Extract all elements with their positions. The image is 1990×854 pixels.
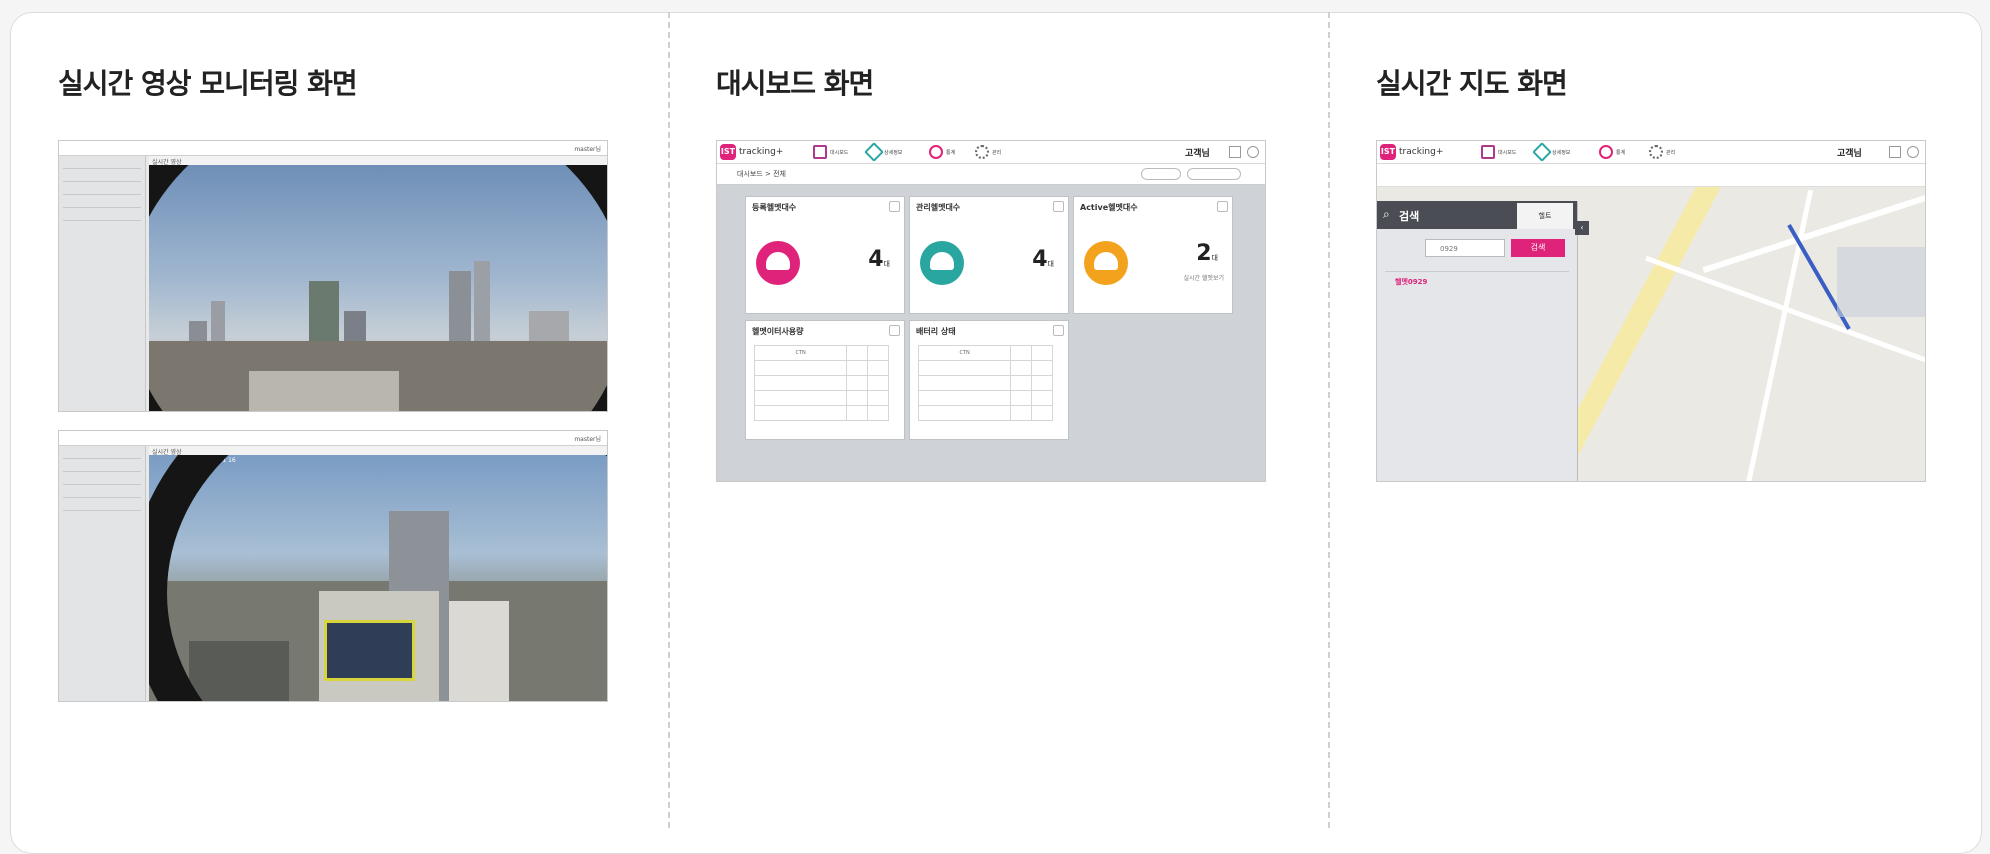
gear-icon[interactable] [975,145,989,159]
monitor-screenshot-1: master님 실시간 영상 [58,140,608,412]
search-panel: ⌕ 검색 헬트 ‹ 0929 검색 헬멧0929 [1377,201,1589,481]
tile-unit: 대 [1211,254,1218,262]
stats-icon[interactable] [929,145,943,159]
gear-icon[interactable] [1649,145,1663,159]
tile-menu-icon[interactable] [1217,201,1228,212]
nav-stats[interactable]: 통계 [946,149,955,156]
tile-title: 관리헬멧대수 [916,203,961,212]
tile-value: 4 [868,247,884,272]
column-title-dashboard: 대시보드 화면 [716,67,874,100]
map-screenshot: IST tracking+ 대시보드 상세정보 통계 관리 고객님 ⌕ 검색 헬… [1376,140,1926,482]
user-name: 고객님 [1185,149,1210,159]
detail-icon[interactable] [864,142,884,162]
tile-title: 등록헬멧대수 [752,203,797,212]
monitor-screenshot-2: master님 실시간 영상 11 21 16 [58,430,608,702]
tile-active: Active헬멧대수 2대 실시간 헬멧보기 [1073,196,1233,314]
tile-menu-icon[interactable] [1053,201,1064,212]
monitor-user: master님 [574,436,601,443]
logo-text: tracking+ [739,147,784,157]
save-icon[interactable] [1889,146,1901,158]
logo-text: tracking+ [1399,147,1444,157]
dashboard-icon[interactable] [1481,145,1495,159]
tab-helmet[interactable]: 헬트 [1517,203,1573,229]
usage-table: CTN [753,345,889,421]
logo: IST [1380,144,1396,160]
power-icon[interactable] [1907,146,1919,158]
table-battery: 배터리 상태 CTN [909,320,1069,440]
search-panel-title: 검색 [1399,210,1420,223]
nav-stats[interactable]: 통계 [1616,149,1625,156]
save-icon[interactable] [1229,146,1241,158]
breadcrumb: 대시보드 > 전체 [737,170,786,178]
camera-feed-2: 11 21 16 [149,455,607,701]
nav-manage[interactable]: 관리 [1666,149,1675,156]
nav-dashboard[interactable]: 대시보드 [1498,149,1516,156]
tile-unit: 대 [1047,260,1054,268]
tile-value: 2 [1196,241,1212,266]
map-toolbar [1377,164,1925,187]
tile-title: Active헬멧대수 [1080,203,1138,212]
tile-value: 4 [1032,247,1048,272]
tile-menu-icon[interactable] [889,325,900,336]
column-divider [668,12,670,828]
tile-title: 헬멧이터사용량 [752,327,804,336]
user-name: 고객님 [1837,149,1862,159]
tile-title: 배터리 상태 [916,327,956,336]
column-divider [1328,12,1330,828]
column-title-map: 실시간 지도 화면 [1376,67,1568,100]
search-icon: ⌕ [1383,207,1390,221]
nav-detail[interactable]: 상세정보 [884,149,902,156]
tile-managed: 관리헬멧대수 4대 [909,196,1069,314]
settings-button[interactable] [1187,168,1241,180]
dashboard-screenshot: IST tracking+ 대시보드 상세정보 통계 관리 고객님 대시보드 >… [716,140,1266,482]
table-usage: 헬멧이터사용량 CTN [745,320,905,440]
battery-table: CTN [917,345,1053,421]
helmet-icon [756,241,800,285]
search-input[interactable]: 0929 [1425,239,1505,257]
tile-menu-icon[interactable] [889,201,900,212]
tile-registered: 등록헬멧대수 4대 [745,196,905,314]
dashboard-icon[interactable] [813,145,827,159]
helmet-icon [1084,241,1128,285]
result-item[interactable]: 헬멧0929 [1395,277,1427,287]
power-icon[interactable] [1247,146,1259,158]
stats-icon[interactable] [1599,145,1613,159]
tile-menu-icon[interactable] [1053,325,1064,336]
column-title-monitor: 실시간 영상 모니터링 화면 [58,67,358,100]
filter-button[interactable] [1141,168,1181,180]
detail-icon[interactable] [1532,142,1552,162]
search-button[interactable]: 검색 [1511,239,1565,257]
tile-unit: 대 [883,260,890,268]
monitor-user: master님 [574,146,601,153]
camera-feed-1 [149,165,607,411]
nav-detail[interactable]: 상세정보 [1552,149,1570,156]
logo: IST [720,144,736,160]
nav-dashboard[interactable]: 대시보드 [830,149,848,156]
tile-link[interactable]: 실시간 헬멧보기 [1183,273,1224,282]
helmet-icon [920,241,964,285]
nav-manage[interactable]: 관리 [992,149,1001,156]
collapse-icon[interactable]: ‹ [1575,221,1589,235]
